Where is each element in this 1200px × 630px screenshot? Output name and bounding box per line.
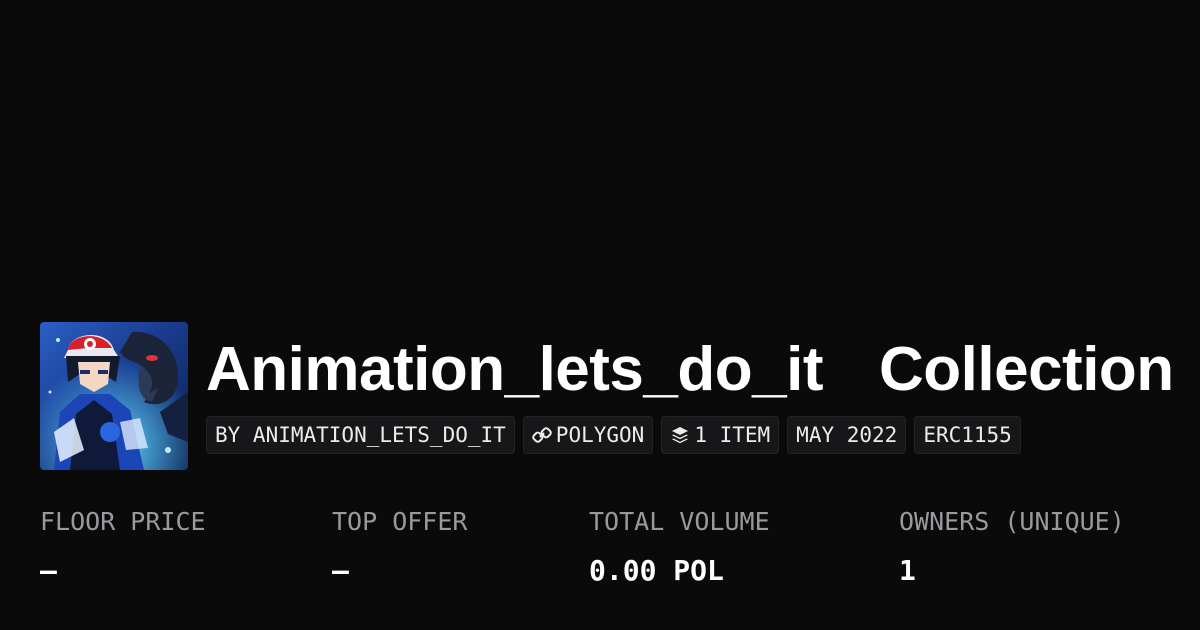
collection-tags: BY ANIMATION_LETS_DO_IT POLYGON 1 ITEM M…	[206, 416, 1174, 454]
owners-label: OWNERS (UNIQUE)	[899, 507, 1125, 536]
creator-tag-label: BY ANIMATION_LETS_DO_IT	[215, 423, 506, 447]
title-row: Animation_lets_do_it Collection	[206, 324, 1174, 416]
chain-link-icon	[532, 425, 552, 445]
token-standard-tag: ERC1155	[914, 416, 1021, 454]
token-standard-label: ERC1155	[923, 423, 1012, 447]
collection-share-card: Animation_lets_do_it Collection BY ANIMA…	[0, 0, 1200, 630]
title-block: Animation_lets_do_it Collection BY ANIMA…	[206, 322, 1174, 454]
collection-name: Animation_lets_do_it	[206, 335, 824, 404]
owners-value: 1	[899, 554, 916, 587]
chain-tag: POLYGON	[522, 416, 654, 454]
collection-header: Animation_lets_do_it Collection BY ANIMA…	[40, 322, 1174, 470]
item-count-tag: 1 ITEM	[661, 416, 780, 454]
collection-avatar	[40, 322, 188, 470]
collection-stats: FLOOR PRICE – TOP OFFER – TOTAL VOLUME 0…	[40, 500, 1180, 600]
creator-tag[interactable]: BY ANIMATION_LETS_DO_IT	[206, 416, 515, 454]
collection-suffix: Collection	[879, 335, 1174, 404]
total-volume-label: TOTAL VOLUME	[589, 507, 770, 536]
created-date-tag: MAY 2022	[787, 416, 907, 454]
top-offer-value: –	[332, 554, 349, 587]
item-count-label: 1 ITEM	[694, 423, 771, 447]
chain-tag-label: POLYGON	[555, 423, 645, 447]
floor-price-label: FLOOR PRICE	[40, 507, 206, 536]
layers-icon	[670, 425, 690, 445]
stat-floor-price: FLOOR PRICE –	[40, 500, 206, 598]
created-date-label: MAY 2022	[796, 423, 898, 447]
top-offer-label: TOP OFFER	[332, 507, 468, 536]
stat-top-offer: TOP OFFER –	[332, 500, 467, 598]
stat-total-volume: TOTAL VOLUME 0.00 POL	[589, 500, 770, 598]
floor-price-value: –	[40, 554, 57, 587]
total-volume-value: 0.00 POL	[589, 554, 724, 587]
stat-owners: OWNERS (UNIQUE) 1	[899, 500, 1125, 598]
